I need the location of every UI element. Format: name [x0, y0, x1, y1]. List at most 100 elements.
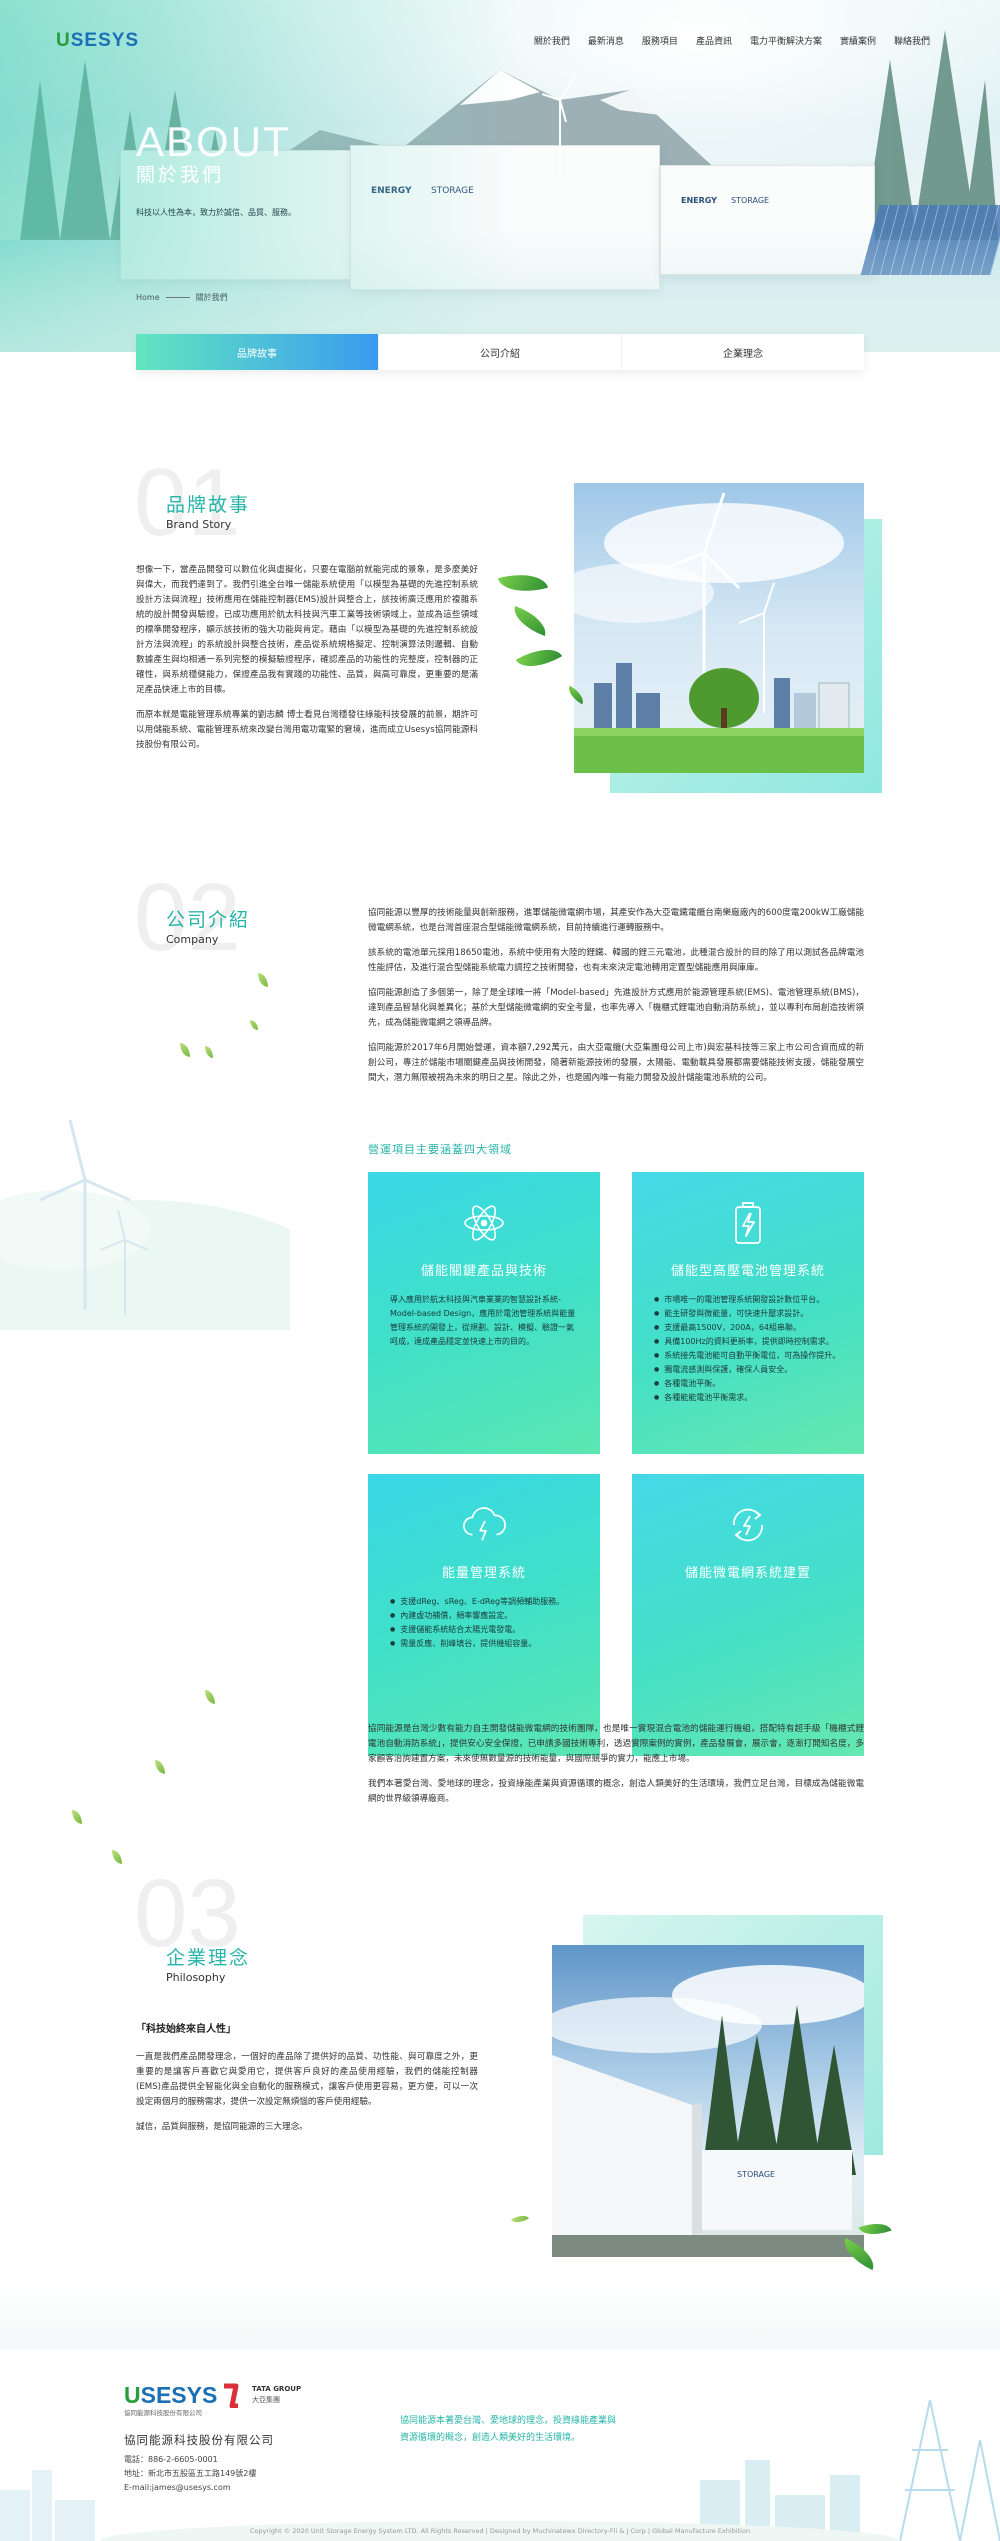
section-divider [0, 2280, 1000, 2350]
tata-group-logo: TATA GROUP 大亞集團 [222, 2382, 302, 2408]
city-wind-image [574, 483, 864, 773]
footer-slogan: 協同能源本著愛台灣、愛地球的理念，投資綠能產業與 資源循環的概念，創造人類美好的… [400, 2413, 616, 2447]
paragraph: 想像一下，當產品開發可以數位化與虛擬化，只要在電腦前就能完成的景象，是多麼美好與… [136, 565, 478, 695]
footer-company-name: 協同能源科技股份有限公司 [124, 2433, 274, 2447]
wind-city-illustration [574, 492, 864, 773]
philosophy-text: 一直是我們產品開發理念，一個好的產品除了提供好的品質、功性能、與可靠度之外，更重… [136, 2050, 478, 2145]
card-title: 儲能型高壓電池管理系統 [670, 1264, 825, 1279]
list-item: 支援最高1500V，200A，64組串聯。 [654, 1321, 842, 1335]
paragraph: 誠信，品質與服務，是協同能源的三大理念。 [136, 2122, 308, 2132]
paragraph: 而原本就是電能管理系統專業的劉志麟 博士看見台灣穩發往綠能科技發展的前景，期許可… [136, 710, 478, 750]
nav-item-news[interactable]: 最新消息 [588, 34, 624, 47]
hero-title-en: ABOUT [136, 118, 291, 165]
section-title-zh: 品牌故事 [166, 494, 251, 516]
breadcrumb-current: 關於我們 [195, 293, 228, 302]
hero-banner: ENERGY STORAGE ENERGY STORAGE USESYS 關於我… [0, 0, 1000, 352]
tab-philosophy[interactable]: 企業理念 [622, 334, 864, 370]
group-label-zh: 大亞集團 [252, 2396, 280, 2404]
footer-phone: 電話：886-2-6605-0001 [124, 2455, 218, 2464]
card-list: 支援dReg、sReg、E-dReg等調頻輔助服務。 內建虛功補償，頻率響應設定… [390, 1595, 578, 1651]
nav-item-cases[interactable]: 實績案例 [840, 34, 876, 47]
leaf-decoration [258, 973, 268, 987]
leaf-decoration [155, 1760, 165, 1774]
card-title: 儲能微電網系統建置 [684, 1566, 811, 1581]
company-closing-text: 協同能源是台灣少數有能力自主開發儲能微電網的技術團隊，也是唯一實現混合電池的儲能… [368, 1722, 864, 1817]
domains-title: 營運項目主要涵蓋四大領域 [368, 1143, 512, 1156]
paragraph: 協同能源以豐厚的技術能量與創新服務，進軍儲能微電網市場，其產安作為大亞電鐵電纜台… [368, 908, 864, 933]
recycle-power-icon [725, 1502, 771, 1548]
slogan-line: 協同能源本著愛台灣、愛地球的理念，投資綠能產業與 [400, 2416, 617, 2426]
breadcrumb-home[interactable]: Home [136, 293, 160, 302]
nav-item-contact[interactable]: 聯絡我們 [894, 34, 930, 47]
footer-logo-subtitle: 協同能源科技股份有限公司 [124, 2409, 202, 2417]
wind-landscape-decoration [0, 1119, 290, 1330]
nav-item-services[interactable]: 服務項目 [642, 34, 678, 47]
leaf-decoration [515, 638, 563, 678]
list-item: 各種能能電池平衡需求。 [654, 1391, 842, 1405]
leaf-decoration [250, 1020, 258, 1030]
wind-turbine-image [541, 73, 577, 180]
tata-logo-icon [224, 2383, 239, 2408]
paragraph: 該系統的電池單元採用18650電池，系統中使用有大陸的鋰鐵、韓國的鋰三元電池，此… [368, 948, 864, 973]
domain-card: 能量管理系統 支援dReg、sReg、E-dReg等調頻輔助服務。 內建虛功補償… [368, 1474, 600, 1756]
tab-company[interactable]: 公司介紹 [379, 334, 622, 370]
container-forest-illustration: STORAGE [552, 1965, 864, 2257]
hero-title-zh: 關於我們 [136, 164, 225, 186]
nav-item-products[interactable]: 產品資訊 [696, 34, 732, 47]
domain-card: 儲能微電網系統建置 [632, 1474, 864, 1756]
list-item: 支援dReg、sReg、E-dReg等調頻輔助服務。 [390, 1595, 578, 1609]
copyright: Copyright © 2020 Unit Storage Energy Sys… [249, 2527, 751, 2535]
footer-email[interactable]: E-mail:james@usesys.com [124, 2481, 256, 2495]
leaf-decoration [205, 1046, 213, 1058]
container-label: STORAGE [731, 196, 770, 205]
atom-icon [461, 1200, 507, 1246]
battery-icon [725, 1200, 771, 1246]
list-item: 各種電池平衡。 [654, 1377, 842, 1391]
container-label: ENERGY [681, 196, 717, 205]
leaf-decoration [511, 2211, 529, 2227]
nav-item-solutions[interactable]: 電力平衡解決方案 [750, 34, 822, 47]
group-label: TATA GROUP [252, 2385, 302, 2393]
domain-card: 儲能型高壓電池管理系統 市場唯一的電池管理系統開發設計數位平台。 能主研發與微能… [632, 1172, 864, 1454]
card-text: 導入應用於航太科技與汽車業業的智慧設計系統-Model-based Design… [390, 1295, 576, 1346]
section-tabs: 品牌故事 公司介紹 企業理念 [136, 334, 864, 370]
paragraph: 協同能源於2017年6月開始營運，資本額7,292萬元，由大亞電纜(大亞集團母公… [368, 1043, 864, 1083]
list-item: 具備100Hz的資料更新率，提供即時控制需求。 [654, 1335, 842, 1349]
list-item: 市場唯一的電池管理系統開發設計數位平台。 [654, 1293, 842, 1307]
main-nav: 關於我們 最新消息 服務項目 產品資訊 電力平衡解決方案 實績案例 聯絡我們 [534, 34, 930, 47]
hero-subtitle: 科技以人性為本，致力於誠信、品質、服務。 [136, 208, 296, 217]
slogan-line: 資源循環的概念，創造人類美好的生活環境。 [400, 2433, 581, 2443]
paragraph: 我們本著愛台灣、愛地球的理念，投資綠能產業與資源循環的概念，創造人類美好的生活環… [368, 1779, 864, 1804]
breadcrumb: Home 關於我們 [136, 292, 228, 303]
container-label: STORAGE [737, 2170, 775, 2179]
list-item: 支援儲能系統結合太陽光電發電。 [390, 1623, 578, 1637]
leaf-decoration [180, 1043, 190, 1057]
section-title-en: Philosophy [166, 1971, 226, 1984]
card-title: 儲能關鍵產品與技術 [420, 1264, 547, 1279]
nav-item-about[interactable]: 關於我們 [534, 34, 570, 47]
logo-main: SESYS [70, 30, 140, 51]
site-logo[interactable]: USESYS [56, 30, 139, 52]
list-item: 能主研發與微能量，可快速升壓求設計。 [654, 1307, 842, 1321]
footer-logo[interactable]: USESYS [124, 2382, 217, 2409]
footer-address: 地址：新北市五股區五工路149號2樓 [124, 2469, 257, 2478]
paragraph: 協同能源創造了多個第一，除了是全球唯一將「Model-based」先進設計方式應… [368, 988, 864, 1028]
domain-card: 儲能關鍵產品與技術 導入應用於航太科技與汽車業業的智慧設計系統-Model-ba… [368, 1172, 600, 1454]
list-item: 獨電流感測與保護，確保人員安全。 [654, 1363, 842, 1377]
card-list: 市場唯一的電池管理系統開發設計數位平台。 能主研發與微能量，可快速升壓求設計。 … [654, 1293, 842, 1405]
breadcrumb-separator [165, 297, 190, 298]
card-title: 能量管理系統 [441, 1566, 526, 1581]
paragraph: 一直是我們產品開發理念，一個好的產品除了提供好的品質、功性能、與可靠度之外，更重… [136, 2052, 478, 2107]
leaf-decoration [497, 566, 549, 600]
section-title-zh: 公司介紹 [166, 909, 251, 931]
logo-main: SESYS [140, 2382, 218, 2408]
company-intro-text: 協同能源以豐厚的技術能量與創新服務，進軍儲能微電網市場，其產安作為大亞電鐵電纜台… [368, 906, 864, 1096]
philosophy-motto: 「科技始終來自人性」 [136, 2024, 236, 2035]
paragraph: 協同能源是台灣少數有能力自主開發儲能微電網的技術團隊，也是唯一實現混合電池的儲能… [368, 1724, 864, 1764]
cloud-power-icon [461, 1502, 507, 1548]
list-item: 系統接先電池能可自動平衡電位，可為操作提升。 [654, 1349, 842, 1363]
tab-brand-story[interactable]: 品牌故事 [136, 334, 379, 370]
footer-contact: 電話：886-2-6605-0001 地址：新北市五股區五工路149號2樓 E-… [124, 2453, 256, 2495]
logo-prefix: U [124, 2382, 141, 2408]
logo-prefix: U [56, 30, 71, 51]
